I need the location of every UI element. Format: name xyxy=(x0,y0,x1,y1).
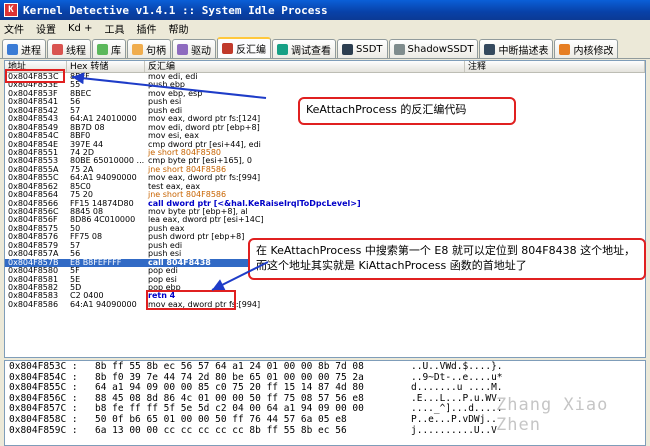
arrow-to-address xyxy=(71,72,267,99)
watermark: Zhang Xiao Zhen xyxy=(496,395,609,435)
arrow-to-call xyxy=(211,261,269,291)
annotation-arrows xyxy=(71,72,269,291)
